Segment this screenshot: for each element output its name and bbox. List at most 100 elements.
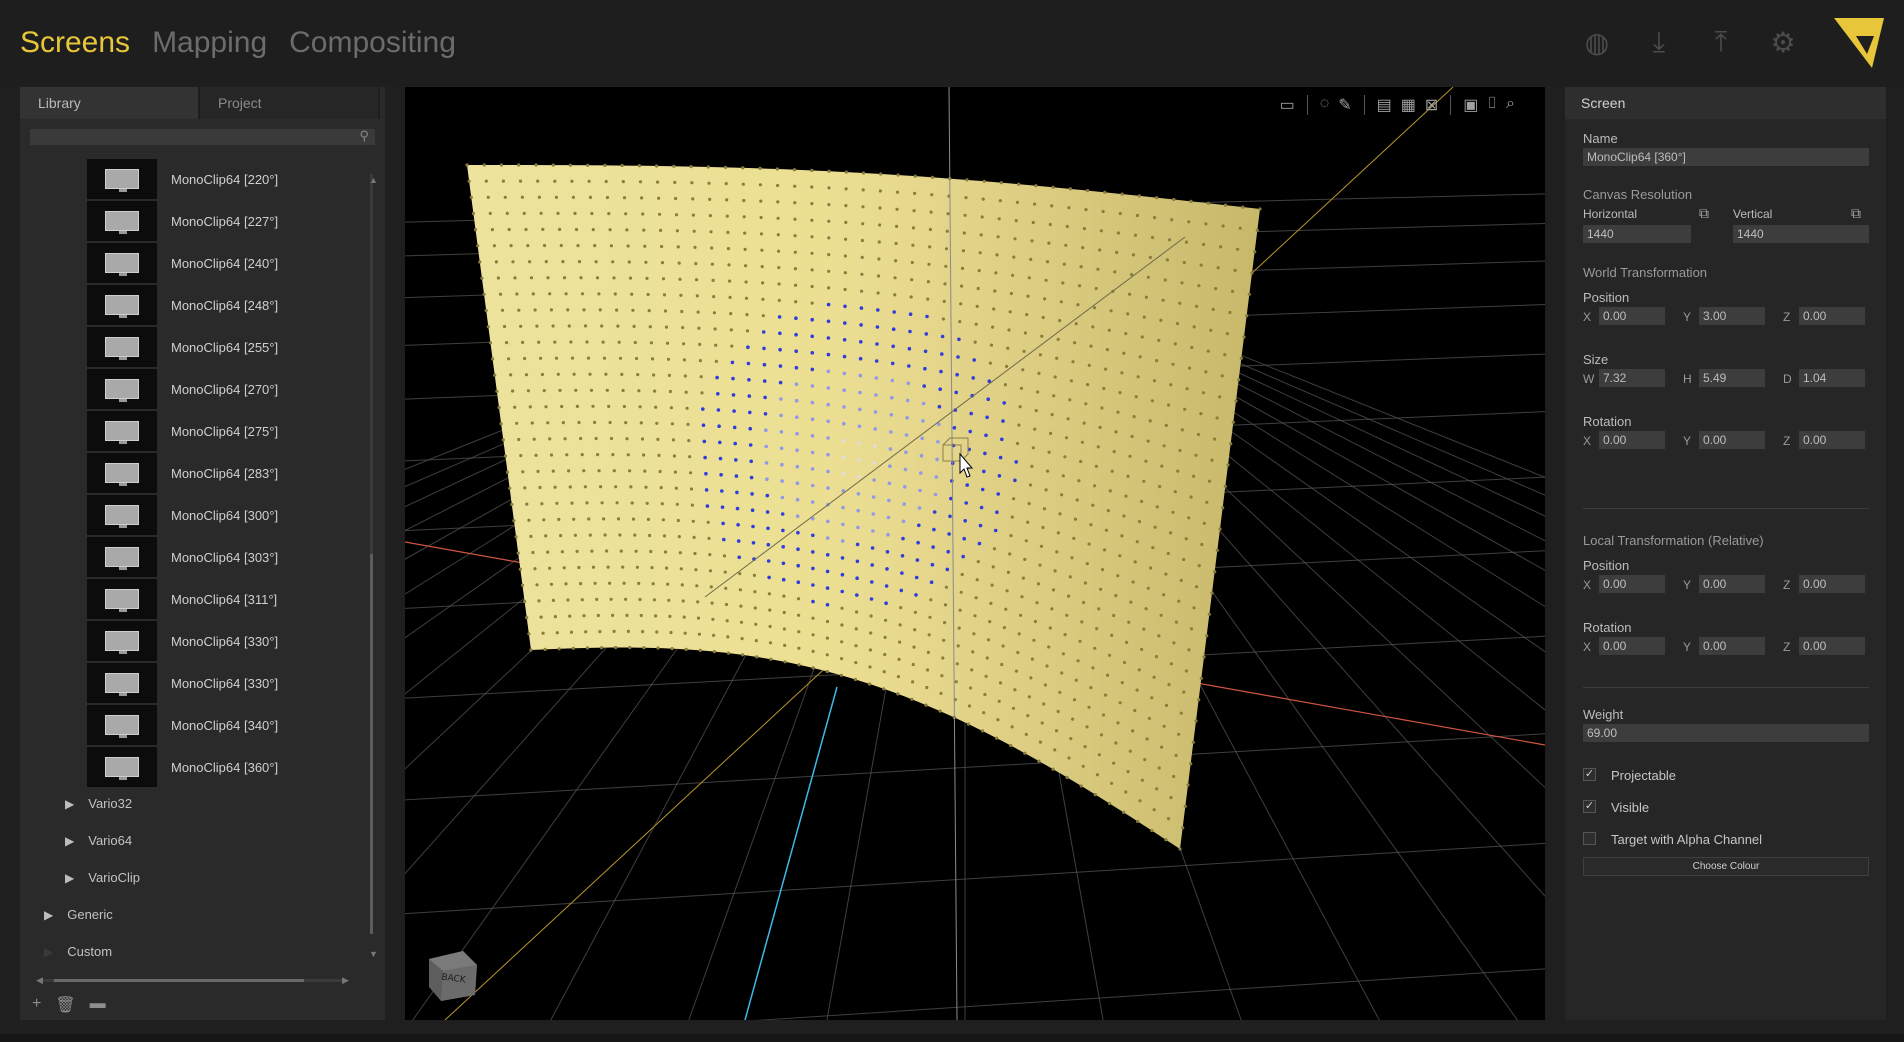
- control-point[interactable]: [842, 421, 846, 426]
- control-point[interactable]: [840, 606, 844, 610]
- control-point[interactable]: [943, 603, 948, 607]
- control-point[interactable]: [1187, 648, 1191, 652]
- control-point[interactable]: [691, 197, 695, 201]
- control-point[interactable]: [840, 556, 845, 560]
- control-point[interactable]: [890, 361, 895, 366]
- control-point[interactable]: [878, 189, 882, 193]
- control-point[interactable]: [1118, 391, 1122, 395]
- control-point[interactable]: [763, 412, 768, 416]
- control-point[interactable]: [660, 502, 664, 506]
- control-point[interactable]: [695, 584, 699, 588]
- control-point[interactable]: [1116, 231, 1120, 235]
- control-point[interactable]: [688, 455, 692, 459]
- control-point[interactable]: [855, 559, 860, 564]
- control-point[interactable]: [665, 341, 670, 345]
- control-point[interactable]: [1108, 653, 1112, 657]
- control-point[interactable]: [1022, 349, 1026, 353]
- list-item[interactable]: MonoClip64 [360°]: [87, 747, 347, 787]
- control-point[interactable]: [731, 376, 735, 381]
- control-point[interactable]: [860, 289, 864, 293]
- control-point[interactable]: [1171, 510, 1175, 514]
- control-point[interactable]: [1056, 531, 1060, 535]
- control-point[interactable]: [639, 421, 643, 425]
- control-point[interactable]: [683, 631, 687, 635]
- control-point[interactable]: [905, 416, 909, 420]
- control-point[interactable]: [640, 196, 644, 200]
- control-point[interactable]: [1245, 314, 1249, 318]
- control-point[interactable]: [1130, 434, 1134, 439]
- control-point[interactable]: [505, 341, 509, 345]
- control-point[interactable]: [1071, 360, 1075, 364]
- control-point[interactable]: [1115, 250, 1119, 254]
- control-point[interactable]: [471, 211, 475, 216]
- control-point[interactable]: [588, 372, 592, 376]
- control-point[interactable]: [1206, 201, 1210, 205]
- control-point[interactable]: [913, 628, 917, 632]
- control-point[interactable]: [1032, 638, 1036, 642]
- control-point[interactable]: [751, 524, 755, 529]
- control-point[interactable]: [1008, 552, 1012, 556]
- control-point[interactable]: [1199, 263, 1203, 267]
- control-point[interactable]: [1094, 286, 1098, 291]
- control-point[interactable]: [1094, 464, 1098, 468]
- control-point[interactable]: [810, 268, 814, 272]
- control-point[interactable]: [825, 653, 829, 657]
- control-point[interactable]: [782, 610, 786, 615]
- control-point[interactable]: [508, 486, 512, 490]
- control-point[interactable]: [1082, 227, 1086, 231]
- control-point[interactable]: [1220, 374, 1224, 378]
- control-point[interactable]: [1155, 505, 1159, 509]
- control-point[interactable]: [981, 197, 985, 201]
- control-point[interactable]: [642, 453, 646, 457]
- control-point[interactable]: [1194, 304, 1199, 308]
- control-point[interactable]: [886, 515, 891, 520]
- control-point[interactable]: [962, 536, 966, 541]
- control-point[interactable]: [1014, 460, 1018, 464]
- control-point[interactable]: [1042, 507, 1047, 511]
- control-point[interactable]: [1205, 500, 1209, 504]
- control-point[interactable]: [989, 601, 993, 606]
- control-point[interactable]: [638, 597, 642, 602]
- control-point[interactable]: [916, 540, 920, 545]
- control-point[interactable]: [903, 485, 907, 489]
- control-point[interactable]: [539, 211, 543, 215]
- control-point[interactable]: [708, 569, 713, 573]
- control-point[interactable]: [901, 519, 906, 524]
- control-point[interactable]: [684, 647, 688, 652]
- library-search-input[interactable]: ⚲: [30, 128, 375, 145]
- control-point[interactable]: [969, 686, 973, 690]
- control-point[interactable]: [1184, 669, 1188, 673]
- control-point[interactable]: [741, 653, 745, 657]
- control-point[interactable]: [1046, 469, 1050, 473]
- control-point[interactable]: [1056, 337, 1060, 341]
- control-point[interactable]: [779, 430, 784, 434]
- control-point[interactable]: [554, 356, 559, 360]
- control-point[interactable]: [1241, 205, 1245, 209]
- control-point[interactable]: [854, 661, 858, 665]
- local-rotation-z-field[interactable]: 0.00: [1799, 637, 1865, 655]
- control-point[interactable]: [844, 187, 848, 191]
- control-point[interactable]: [1124, 332, 1128, 336]
- control-point[interactable]: [566, 308, 570, 312]
- control-point[interactable]: [1099, 587, 1103, 591]
- control-point[interactable]: [1229, 442, 1233, 446]
- control-point[interactable]: [1009, 534, 1013, 538]
- control-point[interactable]: [1101, 209, 1105, 214]
- control-point[interactable]: [598, 630, 602, 634]
- control-point[interactable]: [742, 198, 746, 203]
- control-point[interactable]: [1018, 405, 1022, 409]
- control-point[interactable]: [670, 647, 674, 651]
- control-point[interactable]: [840, 572, 845, 577]
- control-point[interactable]: [537, 599, 541, 603]
- control-point[interactable]: [810, 384, 815, 388]
- control-point[interactable]: [942, 638, 946, 642]
- control-point[interactable]: [599, 646, 604, 650]
- control-point[interactable]: [600, 324, 604, 328]
- control-point[interactable]: [553, 340, 557, 344]
- control-point[interactable]: [1079, 265, 1083, 269]
- control-point[interactable]: [1110, 469, 1114, 473]
- control-point[interactable]: [582, 469, 586, 473]
- control-point[interactable]: [796, 580, 801, 584]
- control-point[interactable]: [826, 519, 830, 524]
- control-point[interactable]: [1068, 187, 1072, 191]
